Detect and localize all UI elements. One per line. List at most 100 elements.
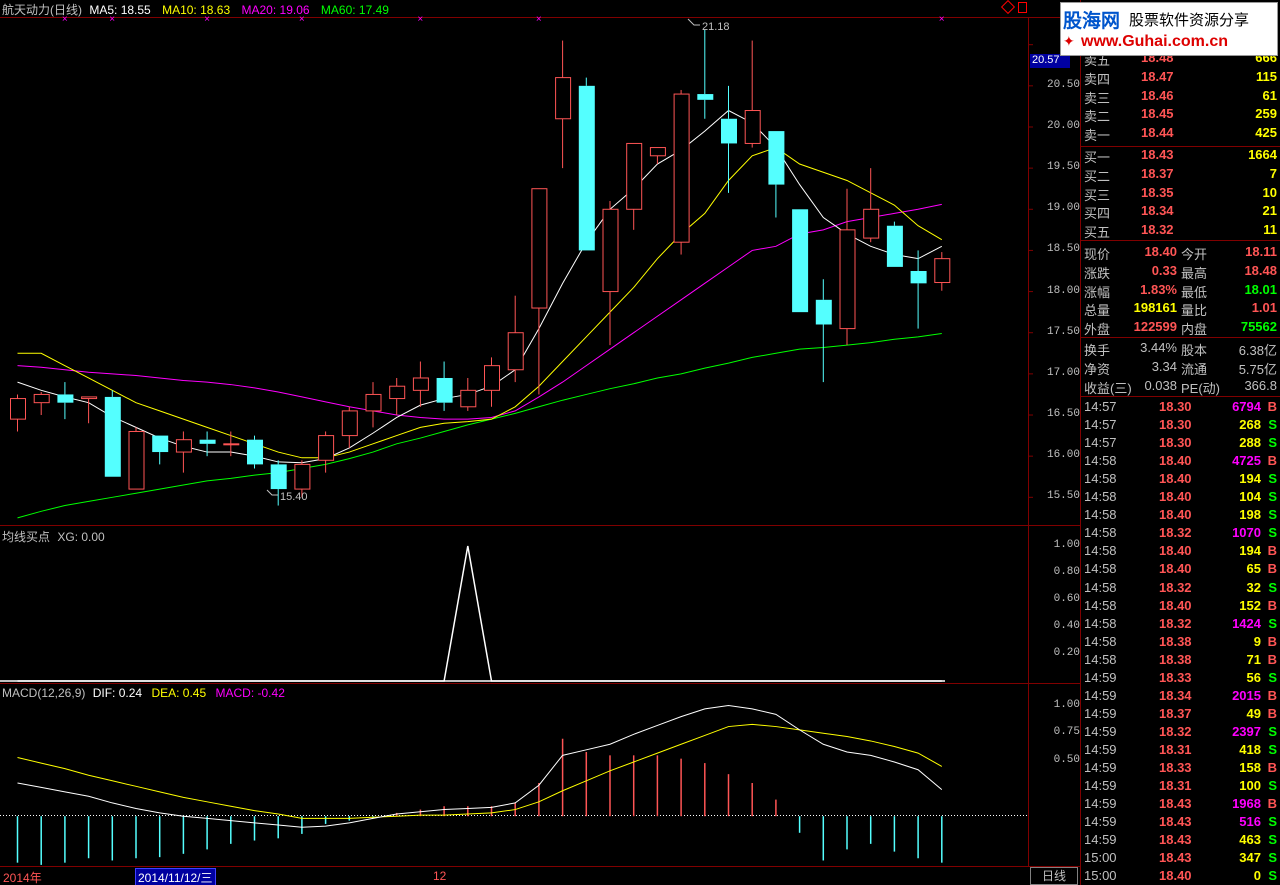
candle[interactable] — [10, 394, 26, 432]
candle[interactable] — [81, 396, 98, 424]
candle[interactable] — [839, 188, 856, 346]
candle-body — [744, 110, 761, 144]
chart-area[interactable]: 航天动力(日线) MA5: 18.55 MA10: 18.63 MA20: 19… — [0, 0, 1080, 885]
candle[interactable] — [412, 361, 429, 407]
tick-price: 18.30 — [1159, 399, 1192, 414]
candle[interactable] — [507, 295, 524, 383]
quote-stat-row: 总量 198161 量比 1.01 — [1081, 299, 1280, 319]
candle[interactable] — [460, 377, 477, 411]
stat-label: 净资 — [1084, 361, 1111, 377]
tick-row[interactable]: 14:58 18.40 194 S — [1081, 470, 1280, 488]
candle[interactable] — [365, 382, 382, 428]
order-book-row[interactable]: 买一 18.43 1664 — [1081, 146, 1280, 165]
tick-row[interactable]: 14:59 18.33 56 S — [1081, 669, 1280, 687]
candle[interactable] — [555, 40, 572, 169]
order-book-row[interactable]: 卖三 18.46 61 — [1081, 87, 1280, 106]
tick-row[interactable]: 14:57 18.30 288 S — [1081, 434, 1280, 452]
stat-label: 量比 — [1181, 303, 1208, 319]
candle[interactable] — [152, 435, 169, 465]
tick-row[interactable]: 14:58 18.40 104 S — [1081, 488, 1280, 506]
tick-time: 15:00 — [1084, 850, 1117, 866]
order-book-row[interactable]: 买三 18.35 10 — [1081, 184, 1280, 203]
period-tab[interactable]: 日线 — [1030, 867, 1078, 885]
tick-row[interactable]: 14:59 18.34 2015 B — [1081, 687, 1280, 705]
tick-time: 14:59 — [1084, 669, 1117, 685]
tick-row[interactable]: 14:59 18.43 1968 B — [1081, 795, 1280, 813]
tick-row[interactable]: 14:58 18.40 152 B — [1081, 597, 1280, 615]
tick-row[interactable]: 14:58 18.40 198 S — [1081, 506, 1280, 524]
candle[interactable] — [721, 85, 737, 193]
tick-row[interactable]: 14:59 18.37 49 B — [1081, 705, 1280, 723]
tick-row[interactable]: 14:57 18.30 268 S — [1081, 416, 1280, 434]
tick-row[interactable]: 14:58 18.40 194 B — [1081, 542, 1280, 560]
order-book-row[interactable]: 买四 18.34 21 — [1081, 202, 1280, 221]
candle[interactable] — [175, 431, 192, 473]
candle[interactable] — [531, 188, 548, 395]
tick-row[interactable]: 15:00 18.40 0 S — [1081, 867, 1280, 885]
candle[interactable] — [33, 391, 50, 416]
candle[interactable] — [626, 142, 643, 230]
tick-row[interactable]: 15:00 18.43 347 S — [1081, 849, 1280, 867]
tick-row[interactable]: 14:58 18.32 1070 S — [1081, 524, 1280, 542]
candle[interactable] — [341, 406, 358, 448]
candle[interactable] — [104, 390, 121, 477]
candle[interactable] — [247, 435, 263, 469]
candle[interactable] — [318, 431, 335, 473]
tick-price: 18.38 — [1159, 633, 1192, 649]
candle[interactable] — [578, 77, 595, 251]
tick-volume: 100 — [1239, 778, 1261, 794]
candle[interactable] — [602, 201, 619, 346]
stat-label: 最高 — [1181, 265, 1208, 281]
candle[interactable] — [649, 147, 666, 165]
tick-row[interactable]: 14:58 18.40 4725 B — [1081, 452, 1280, 470]
tick-row[interactable]: 14:58 18.32 1424 S — [1081, 615, 1280, 633]
tick-row[interactable]: 14:58 18.40 65 B — [1081, 560, 1280, 578]
candle[interactable] — [863, 168, 880, 243]
candle-body — [815, 299, 832, 325]
tick-row[interactable]: 14:57 18.30 6794 B — [1081, 398, 1280, 416]
candle[interactable] — [436, 361, 453, 411]
order-book-row[interactable]: 卖四 18.47 115 — [1081, 68, 1280, 87]
candle[interactable] — [697, 29, 714, 119]
candle[interactable] — [886, 221, 903, 267]
candle[interactable] — [768, 131, 785, 218]
tick-volume: 288 — [1239, 435, 1261, 451]
tick-row[interactable]: 14:58 18.38 9 B — [1081, 633, 1280, 651]
candle[interactable] — [673, 89, 690, 255]
tick-row[interactable]: 14:59 18.33 158 B — [1081, 759, 1280, 777]
tick-time: 14:59 — [1084, 705, 1117, 721]
tick-direction: S — [1268, 850, 1277, 866]
tick-row[interactable]: 14:59 18.43 516 S — [1081, 813, 1280, 831]
price-tick-label: 17.50 — [1046, 325, 1080, 338]
tick-direction: B — [1267, 760, 1277, 775]
candle[interactable] — [934, 252, 951, 291]
svg-text:15.40: 15.40 — [280, 491, 308, 503]
candle[interactable] — [57, 382, 74, 420]
order-book-row[interactable]: 买五 18.32 11 — [1081, 221, 1280, 240]
order-book-row[interactable]: 买二 18.37 7 — [1081, 165, 1280, 184]
tick-row[interactable]: 14:58 18.38 71 B — [1081, 651, 1280, 669]
candle[interactable] — [792, 209, 809, 313]
tick-time: 14:59 — [1084, 760, 1117, 775]
candle[interactable] — [389, 377, 406, 416]
candle[interactable] — [484, 357, 500, 407]
tick-volume: 49 — [1246, 705, 1261, 721]
candle[interactable] — [815, 279, 832, 383]
tick-row[interactable]: 14:58 18.32 32 S — [1081, 579, 1280, 597]
tick-row[interactable]: 14:59 18.32 2397 S — [1081, 723, 1280, 741]
tick-row[interactable]: 14:59 18.31 418 S — [1081, 741, 1280, 759]
order-book-row[interactable]: 卖二 18.45 259 — [1081, 105, 1280, 124]
tick-row[interactable]: 14:59 18.31 100 S — [1081, 777, 1280, 795]
tick-price: 18.33 — [1159, 669, 1192, 685]
candle[interactable] — [128, 427, 145, 490]
stat-label: 总量 — [1084, 303, 1111, 319]
order-book-row[interactable]: 卖一 18.44 425 — [1081, 124, 1280, 143]
candle[interactable] — [744, 40, 761, 148]
candle[interactable] — [910, 250, 927, 329]
candle-body — [626, 142, 643, 210]
signal-marker: × — [204, 14, 210, 25]
month-label: 12 — [433, 869, 447, 883]
tick-row[interactable]: 14:59 18.43 463 S — [1081, 831, 1280, 849]
order-price: 18.35 — [1141, 184, 1174, 200]
macd-title: MACD(12,26,9) — [2, 686, 86, 700]
